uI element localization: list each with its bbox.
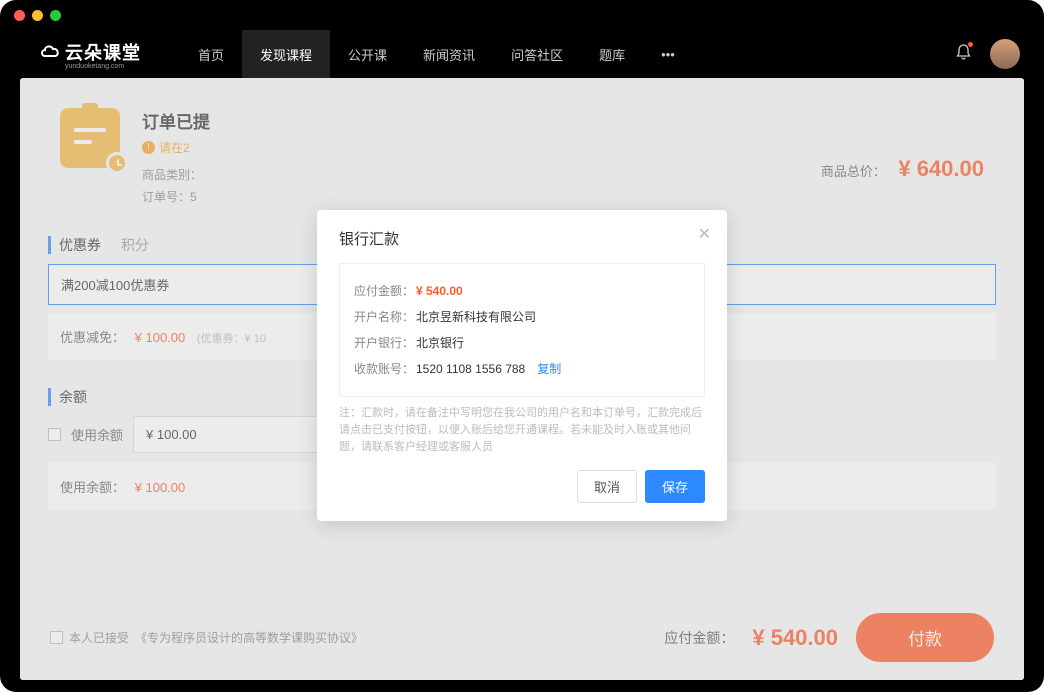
nav-discover[interactable]: 发现课程 <box>242 30 330 78</box>
modal-name-label: 开户名称： <box>354 304 416 330</box>
modal-name-value: 北京昱新科技有限公司 <box>416 304 536 330</box>
modal-note: 注：汇款时，请在备注中写明您在我公司的用户名和本订单号，汇款完成后请点击已支付按… <box>339 405 705 456</box>
nav-home[interactable]: 首页 <box>180 30 242 78</box>
cloud-icon <box>39 43 61 66</box>
bank-transfer-modal: 银行汇款 ✕ 应付金额： ¥ 540.00 开户名称： 北京昱新科技有限公司 开… <box>317 210 727 521</box>
page-content: 订单已提 ! 请在2 商品类别： 订单号：5 商品总价： ¥ 640.00 优惠… <box>20 78 1024 680</box>
modal-acct-label: 收款账号： <box>354 356 416 382</box>
header: 云朵课堂 yunduoketang.com 首页 发现课程 公开课 新闻资讯 问… <box>0 30 1044 78</box>
notification-dot <box>968 42 973 47</box>
modal-bank-label: 开户银行： <box>354 330 416 356</box>
modal-amount-label: 应付金额： <box>354 278 416 304</box>
nav-news[interactable]: 新闻资讯 <box>405 30 493 78</box>
brand-name: 云朵课堂 <box>65 39 141 65</box>
bell-icon[interactable] <box>955 43 972 65</box>
save-button[interactable]: 保存 <box>645 470 705 503</box>
modal-overlay[interactable]: 银行汇款 ✕ 应付金额： ¥ 540.00 开户名称： 北京昱新科技有限公司 开… <box>20 78 1024 680</box>
brand-logo[interactable]: 云朵课堂 yunduoketang.com <box>0 39 180 70</box>
main-nav: 首页 发现课程 公开课 新闻资讯 问答社区 题库 ••• <box>180 30 693 78</box>
window-maximize[interactable] <box>50 10 61 21</box>
window-close[interactable] <box>14 10 25 21</box>
copy-button[interactable]: 复制 <box>537 356 561 382</box>
nav-bank[interactable]: 题库 <box>581 30 643 78</box>
nav-qa[interactable]: 问答社区 <box>493 30 581 78</box>
modal-acct-value: 1520 1108 1556 788 <box>416 356 525 382</box>
avatar[interactable] <box>990 39 1020 69</box>
cancel-button[interactable]: 取消 <box>577 470 637 503</box>
modal-amount-value: ¥ 540.00 <box>416 278 463 304</box>
nav-more[interactable]: ••• <box>643 30 693 78</box>
nav-public[interactable]: 公开课 <box>330 30 405 78</box>
modal-bank-value: 北京银行 <box>416 330 464 356</box>
window-minimize[interactable] <box>32 10 43 21</box>
modal-title: 银行汇款 <box>339 228 705 249</box>
close-icon[interactable]: ✕ <box>698 224 711 244</box>
